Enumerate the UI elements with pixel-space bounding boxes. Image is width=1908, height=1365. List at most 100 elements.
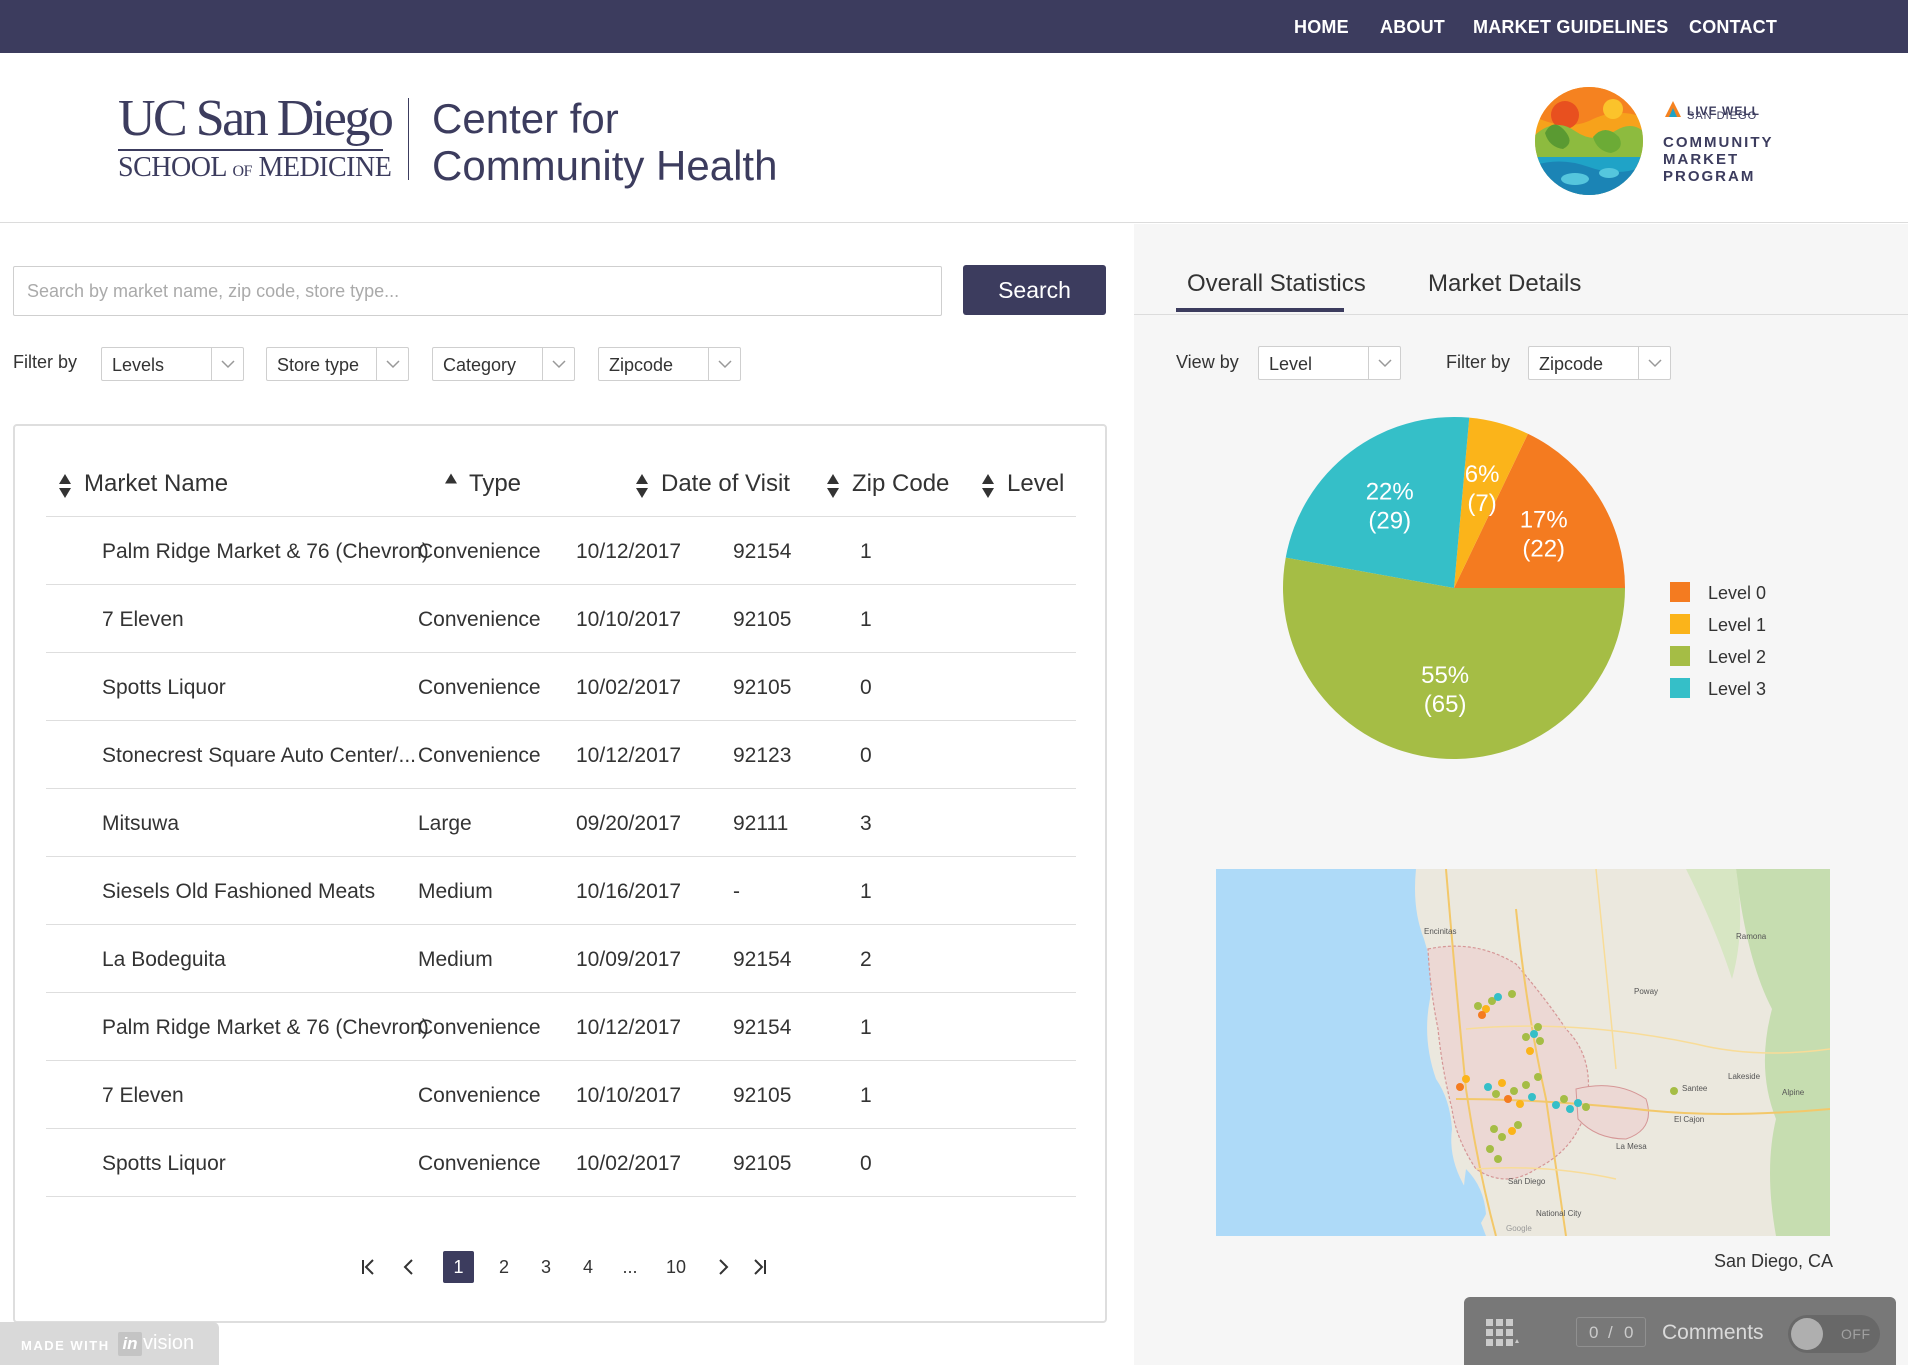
made-with-invision-badge[interactable]: MADE WITH in vision xyxy=(0,1322,219,1365)
cell-level: 0 xyxy=(860,676,872,699)
made-with-label: MADE WITH xyxy=(21,1338,110,1353)
page-3-button[interactable]: 3 xyxy=(534,1251,558,1283)
cell-date-of-visit: 10/09/2017 xyxy=(576,948,682,971)
cell-market-name: 7 Eleven xyxy=(102,1084,184,1107)
cell-zip-code: 92123 xyxy=(733,744,792,767)
ucsd-logo[interactable]: UC San Diego SCHOOL OF MEDICINE xyxy=(118,90,394,233)
column-header-type[interactable]: Type xyxy=(469,470,521,498)
column-header-level[interactable]: Level xyxy=(1007,470,1064,498)
level-pie-chart: 17%(22) 6%(7) 22%(29) 55%(65) xyxy=(1283,417,1625,759)
cell-market-name: Mitsuwa xyxy=(102,812,180,835)
table-row[interactable]: La Bodeguita Medium 10/09/2017 92154 2 xyxy=(46,924,1076,992)
legend-label-level-1: Level 1 xyxy=(1708,615,1767,635)
ucsd-sub-of: OF xyxy=(232,163,252,180)
column-header-zip-code[interactable]: Zip Code xyxy=(852,470,949,498)
legend-swatch-level-3 xyxy=(1670,678,1690,698)
comments-toggle[interactable]: OFF xyxy=(1788,1315,1880,1353)
legend-label-level-0: Level 0 xyxy=(1708,583,1767,603)
cell-market-name: Stonecrest Square Auto Center/... xyxy=(102,744,417,767)
next-page-icon[interactable] xyxy=(714,1251,732,1283)
page-2-button[interactable]: 2 xyxy=(492,1251,516,1283)
page-1-button[interactable]: 1 xyxy=(443,1251,474,1283)
cell-type: Large xyxy=(418,812,472,835)
markets-table: Market Name Type Date of Visit Zip Code … xyxy=(13,424,1107,1323)
invision-in-logo: in xyxy=(118,1332,142,1356)
category-select[interactable]: Category xyxy=(432,347,575,381)
sort-icon[interactable] xyxy=(825,473,841,499)
sort-ascending-icon[interactable] xyxy=(443,472,459,486)
nav-about-link[interactable]: ABOUT xyxy=(1380,17,1445,38)
pie-count-label: (29) xyxy=(1368,508,1411,535)
levels-select[interactable]: Levels xyxy=(101,347,244,381)
map-label-la-mesa: La Mesa xyxy=(1616,1142,1647,1151)
sort-icon[interactable] xyxy=(634,473,650,499)
legend-swatch-level-2 xyxy=(1670,646,1690,666)
sort-icon[interactable] xyxy=(980,473,996,499)
logo-divider xyxy=(408,98,409,180)
comments-label: Comments xyxy=(1662,1321,1764,1344)
chevron-down-icon xyxy=(211,348,243,380)
table-row[interactable]: Stonecrest Square Auto Center/... Conveni… xyxy=(46,720,1076,788)
table-row[interactable]: Spotts Liquor Convenience 10/02/2017 92105 0 xyxy=(46,652,1076,720)
zipcode-select[interactable]: Zipcode xyxy=(598,347,741,381)
table-row[interactable]: Spotts Liquor Convenience 10/02/2017 92105 0 xyxy=(46,1128,1076,1196)
last-page-icon[interactable] xyxy=(751,1251,769,1283)
store-type-select-value: Store type xyxy=(277,355,360,375)
comments-toggle-state: OFF xyxy=(1841,1326,1871,1342)
cell-date-of-visit: 10/12/2017 xyxy=(576,540,682,563)
cell-type: Convenience xyxy=(418,1152,541,1175)
table-row[interactable]: Palm Ridge Market & 76 (Chevron) Convenie… xyxy=(46,516,1076,584)
levels-select-value: Levels xyxy=(112,355,165,375)
cell-market-name: Siesels Old Fashioned Meats xyxy=(102,880,376,903)
cell-zip-code: 92111 xyxy=(733,812,789,835)
page-4-button[interactable]: 4 xyxy=(576,1251,600,1283)
pie-percent-label: 17% xyxy=(1520,507,1568,534)
cell-level: 1 xyxy=(860,1016,872,1039)
table-row[interactable]: 7 Eleven Convenience 10/10/2017 92105 1 xyxy=(46,584,1076,652)
search-input[interactable] xyxy=(13,266,942,316)
column-header-date-of-visit[interactable]: Date of Visit xyxy=(661,470,790,498)
nav-contact-link[interactable]: CONTACT xyxy=(1689,17,1777,38)
legend-label-level-3: Level 3 xyxy=(1708,679,1767,699)
map-label-national-city: National City xyxy=(1536,1209,1581,1218)
nav-home-link[interactable]: HOME xyxy=(1294,17,1349,38)
table-row[interactable]: Mitsuwa Large 09/20/2017 92111 3 xyxy=(46,788,1076,856)
cell-zip-code: 92105 xyxy=(733,608,792,631)
previous-page-icon[interactable] xyxy=(400,1251,418,1283)
table-row[interactable]: Palm Ridge Market & 76 (Chevron) Convenie… xyxy=(46,992,1076,1060)
ucsd-logo-title: UC San Diego xyxy=(118,90,394,147)
first-page-icon[interactable] xyxy=(359,1251,377,1283)
cell-date-of-visit: 10/12/2017 xyxy=(576,744,682,767)
map-label-santee: Santee xyxy=(1682,1084,1708,1093)
cell-date-of-visit: 10/16/2017 xyxy=(576,880,682,903)
cell-zip-code: 92105 xyxy=(733,1084,792,1107)
center-title-line2: Community Health xyxy=(432,142,778,189)
cell-market-name: Spotts Liquor xyxy=(102,1152,226,1175)
program-line1: COMMUNITY xyxy=(1663,134,1774,151)
sort-icon[interactable] xyxy=(57,473,73,499)
cell-zip-code: 92154 xyxy=(733,948,792,971)
market-map[interactable]: San Diego La Mesa El Cajon National City… xyxy=(1216,869,1830,1236)
table-row[interactable]: 7 Eleven Convenience 10/10/2017 92105 1 xyxy=(46,1060,1076,1128)
column-header-market-name[interactable]: Market Name xyxy=(84,470,228,498)
cell-level: 1 xyxy=(860,608,872,631)
cell-type: Convenience xyxy=(418,1084,541,1107)
cell-date-of-visit: 10/12/2017 xyxy=(576,1016,682,1039)
nav-market-guidelines-link[interactable]: MARKET GUIDELINES xyxy=(1473,17,1668,38)
cell-market-name: Spotts Liquor xyxy=(102,676,226,699)
grid-menu-icon[interactable] xyxy=(1486,1319,1520,1353)
legend-item-level-1: Level 1 xyxy=(1670,614,1766,636)
search-button[interactable]: Search xyxy=(963,265,1106,315)
category-select-value: Category xyxy=(443,355,517,375)
table-row[interactable]: Siesels Old Fashioned Meats Medium 10/16/2… xyxy=(46,856,1076,924)
live-well-sun-icon xyxy=(1663,99,1683,119)
cell-type: Convenience xyxy=(418,540,541,563)
cell-zip-code: 92105 xyxy=(733,1152,792,1175)
invision-vision-text: vision xyxy=(143,1332,195,1354)
cell-type: Convenience xyxy=(418,608,541,631)
store-type-select[interactable]: Store type xyxy=(266,347,409,381)
page-10-button[interactable]: 10 xyxy=(658,1251,694,1283)
cell-date-of-visit: 10/10/2017 xyxy=(576,608,682,631)
comment-count-right: 0 xyxy=(1624,1323,1634,1342)
community-market-badge-icon xyxy=(1535,87,1643,195)
